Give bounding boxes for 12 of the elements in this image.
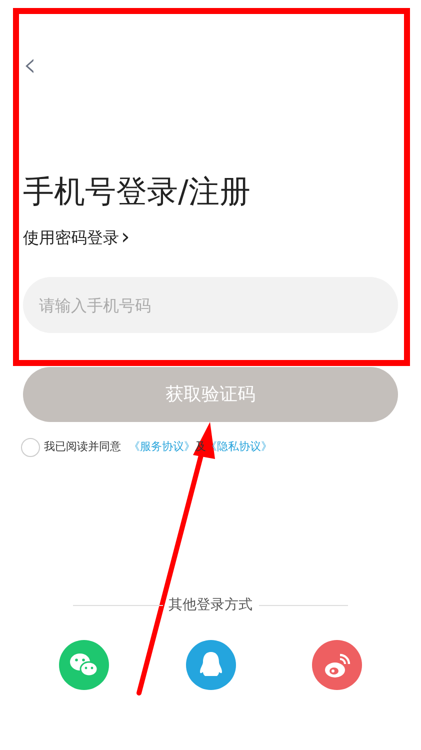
agreement-link[interactable]: 《服务协议》 xyxy=(129,439,195,456)
password-login-link[interactable]: 使用密码登录› xyxy=(23,226,130,250)
qq-login-button[interactable] xyxy=(186,640,236,690)
page-title: 手机号登录/注册 xyxy=(23,173,252,212)
phone-input-field[interactable]: 请输入手机号码 xyxy=(23,277,398,333)
weibo-login-button[interactable] xyxy=(312,640,362,690)
back-button[interactable]: ‹ xyxy=(23,48,37,82)
other-login-label: 其他登录方式 xyxy=(168,596,252,615)
chevron-icon: › xyxy=(121,230,130,246)
wechat-login-button[interactable] xyxy=(59,640,109,690)
agreement-checkbox[interactable] xyxy=(21,438,40,457)
agreement-text: 我已阅读并同意 xyxy=(44,439,121,456)
